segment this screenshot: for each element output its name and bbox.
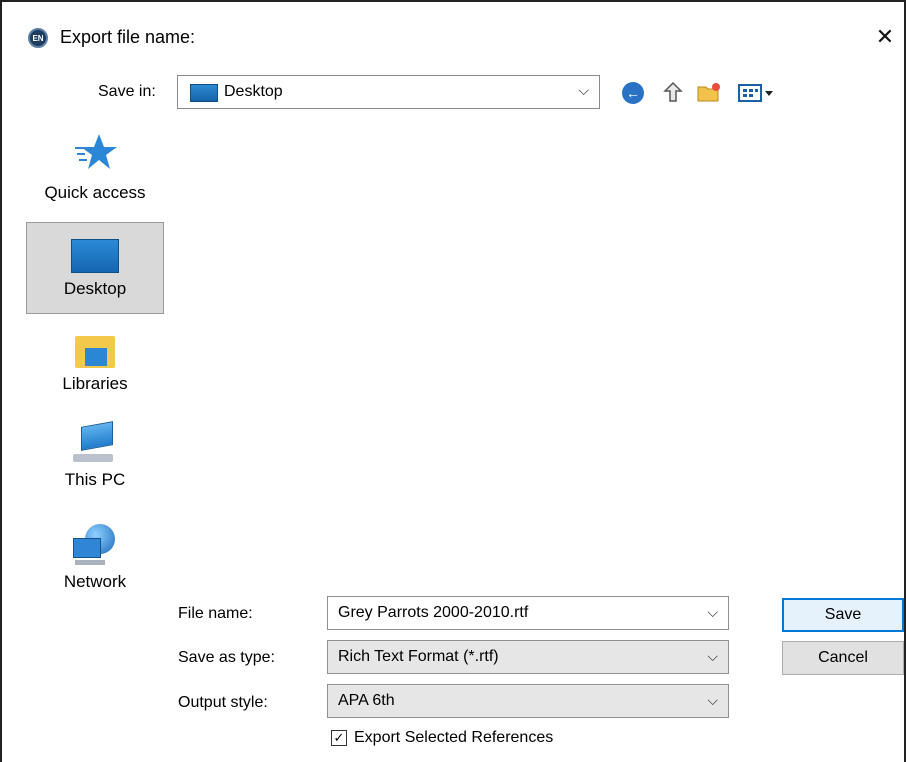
chevron-down-icon[interactable]: ⌵ (578, 82, 589, 99)
export-dialog: EN Export file name: ✕ Save in: Desktop … (0, 0, 906, 762)
place-desktop[interactable]: Desktop (26, 222, 164, 314)
place-label: Quick access (44, 183, 146, 202)
save-as-type-value: Rich Text Format (*.rtf) (338, 648, 499, 665)
output-style-select[interactable]: APA 6th ⌵ (327, 684, 729, 718)
place-label: Desktop (63, 279, 127, 298)
output-style-value: APA 6th (338, 692, 395, 709)
export-selected-option[interactable]: ✓ Export Selected References (331, 729, 553, 747)
desktop-folder-icon (190, 84, 218, 102)
place-network[interactable]: Network (26, 524, 164, 604)
computer-icon (73, 421, 117, 464)
chevron-down-icon[interactable]: ⌵ (707, 692, 718, 709)
libraries-icon (75, 332, 115, 368)
save-in-dropdown[interactable]: Desktop ⌵ (177, 75, 600, 109)
cancel-button[interactable]: Cancel (782, 641, 904, 675)
chevron-down-icon[interactable]: ⌵ (707, 604, 718, 621)
chevron-down-icon[interactable]: ⌵ (707, 648, 718, 665)
views-menu-icon[interactable] (736, 80, 780, 106)
close-icon[interactable]: ✕ (876, 24, 894, 50)
save-in-value: Desktop (224, 83, 283, 100)
up-folder-icon[interactable] (660, 80, 686, 106)
export-selected-checkbox[interactable]: ✓ (331, 730, 347, 746)
save-in-label: Save in: (98, 83, 156, 100)
new-folder-icon[interactable] (696, 80, 722, 106)
place-label: Network (63, 572, 127, 591)
app-icon-text: EN (32, 33, 44, 43)
place-label: Libraries (62, 374, 128, 393)
network-icon (73, 524, 117, 566)
save-as-type-label: Save as type: (178, 649, 275, 666)
star-icon (73, 132, 117, 177)
dialog-title: Export file name: (60, 27, 196, 47)
title-bar: EN Export file name: ✕ (2, 2, 904, 72)
file-name-label: File name: (178, 605, 253, 622)
file-name-value[interactable]: Grey Parrots 2000-2010.rtf (338, 604, 528, 622)
file-name-field[interactable]: Grey Parrots 2000-2010.rtf ⌵ (327, 596, 729, 630)
save-button[interactable]: Save (782, 598, 904, 632)
place-quick-access[interactable]: Quick access (26, 132, 164, 222)
export-selected-label: Export Selected References (354, 729, 554, 746)
output-style-label: Output style: (178, 694, 268, 711)
place-libraries[interactable]: Libraries (26, 328, 164, 408)
save-as-type-select[interactable]: Rich Text Format (*.rtf) ⌵ (327, 640, 729, 674)
desktop-icon (71, 239, 119, 273)
endnote-app-icon: EN (28, 28, 48, 48)
close-button[interactable]: ✕ (870, 22, 900, 52)
back-icon[interactable]: ← (620, 80, 646, 106)
place-this-pc[interactable]: This PC (26, 421, 164, 504)
place-label: This PC (64, 470, 126, 489)
